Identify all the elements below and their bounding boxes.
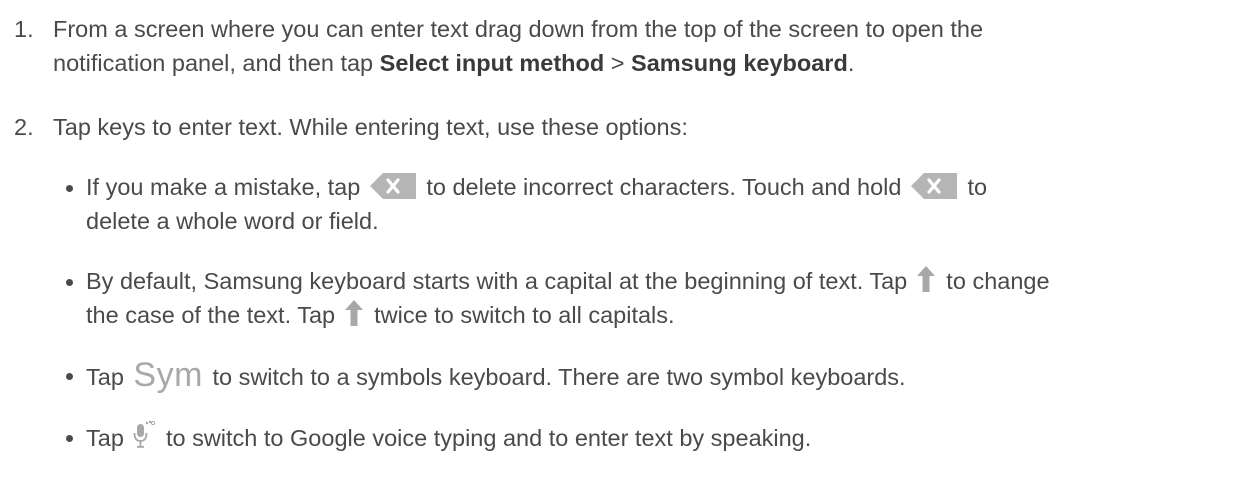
bullet-dot xyxy=(66,373,73,380)
delete-text-line-2: delete a whole word or field. xyxy=(86,208,379,234)
voice-text-post: to switch to Google voice typing and to … xyxy=(159,425,812,451)
step-text: Tap keys to enter text. While entering t… xyxy=(53,114,688,140)
bullet-dot xyxy=(66,279,73,286)
delete-text-2: to delete incorrect characters. Touch an… xyxy=(419,174,908,200)
step-1-line-1: From a screen where you can enter text d… xyxy=(53,16,984,42)
delete-text-3: to xyxy=(960,174,988,200)
delete-key-icon xyxy=(910,173,957,199)
sym-text-pre: Tap xyxy=(86,364,131,390)
select-input-method-label: Select input method xyxy=(379,50,605,76)
delete-key-icon xyxy=(369,173,416,199)
sym-key-icon: Sym xyxy=(133,356,203,394)
shift-text-line-2-pre: the case of the text. Tap xyxy=(86,302,342,328)
step-1-period: . xyxy=(847,50,855,76)
bullet-text: Tap to switch to Google voice typing and… xyxy=(86,420,1236,455)
shift-text-line-2-post: twice to switch to all capitals. xyxy=(367,302,675,328)
shift-text-2: to change xyxy=(939,268,1050,294)
voice-text-pre: Tap xyxy=(86,425,131,451)
shift-text-1: By default, Samsung keyboard starts with… xyxy=(86,268,914,294)
microphone-icon xyxy=(133,420,156,450)
help-page: 1. From a screen where you can enter tex… xyxy=(0,0,1260,499)
bullet-text: By default, Samsung keyboard starts with… xyxy=(86,264,1236,332)
step-number: 1. xyxy=(14,16,34,42)
step-1-separator: > xyxy=(604,50,632,76)
step-text: From a screen where you can enter text d… xyxy=(53,12,1183,80)
bullet-text: If you make a mistake, tap to delete inc… xyxy=(86,170,1236,238)
step-1-line-2-pre: notification panel, and then tap xyxy=(53,50,380,76)
bullet-dot xyxy=(66,185,73,192)
bullet-text: Tap Sym to switch to a symbols keyboard.… xyxy=(86,358,1236,394)
delete-text-1: If you make a mistake, tap xyxy=(86,174,367,200)
sym-text-post: to switch to a symbols keyboard. There a… xyxy=(205,364,906,390)
bullet-dot xyxy=(66,435,73,442)
samsung-keyboard-label: Samsung keyboard xyxy=(631,50,848,76)
shift-arrow-icon xyxy=(916,266,935,292)
step-number: 2. xyxy=(14,114,34,140)
shift-arrow-icon xyxy=(344,300,363,326)
